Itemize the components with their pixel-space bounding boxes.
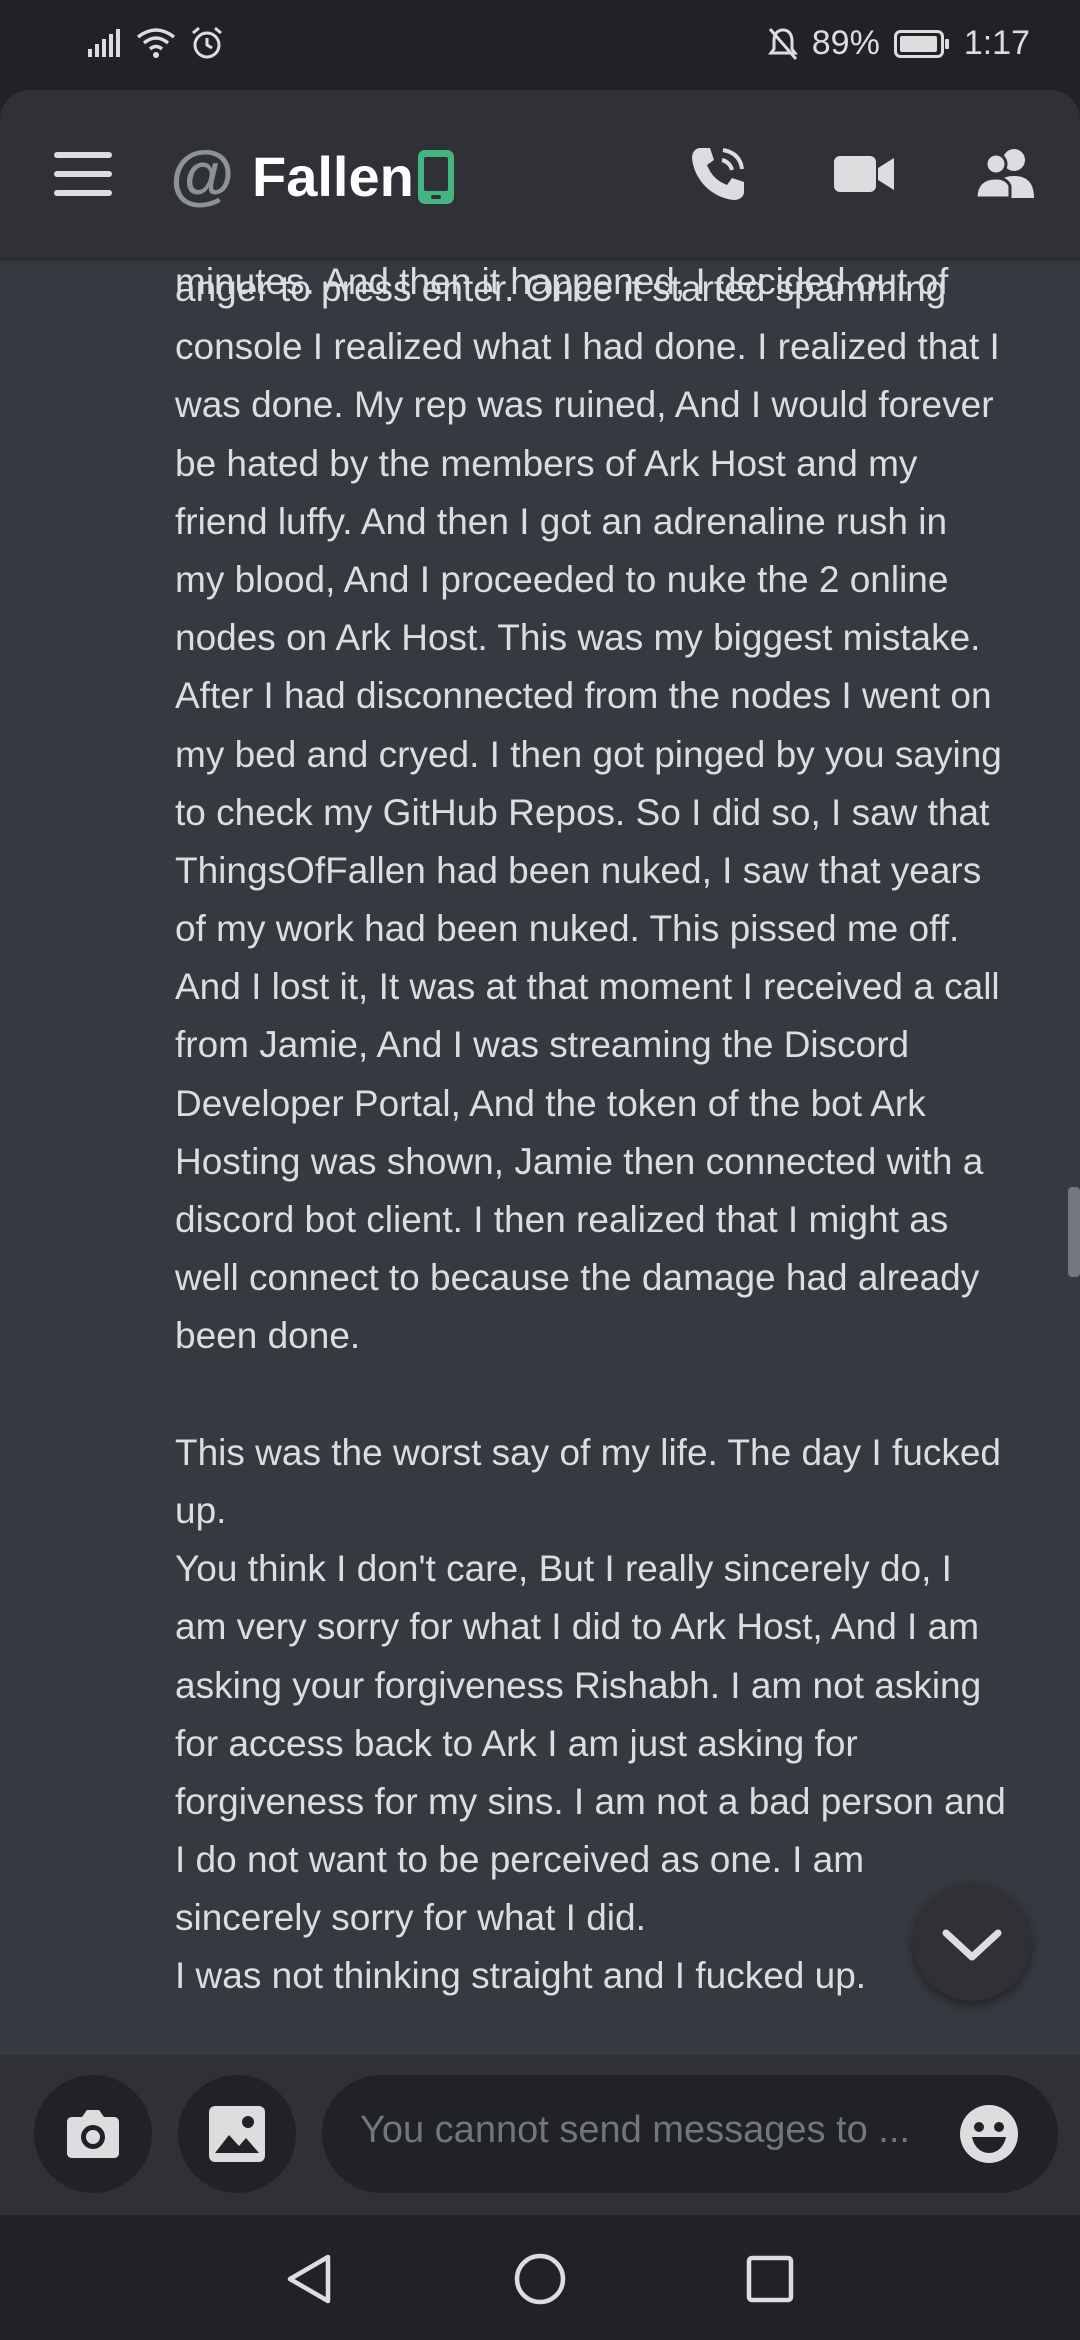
- member-list-icon[interactable]: [974, 142, 1038, 206]
- wifi-icon: [136, 28, 176, 58]
- status-bar: 89% 1:17: [0, 0, 1080, 90]
- message-line: am very sorry for what I did to Ark Host…: [175, 1606, 980, 1648]
- phone-call-icon[interactable]: [686, 142, 750, 206]
- message-line: was done. My rep was ruined, And I would…: [175, 384, 994, 426]
- message-line: from Jamie, And I was streaming the Disc…: [175, 1024, 910, 1066]
- message-line: asking your forgiveness Rishabh. I am no…: [175, 1664, 982, 1706]
- message-line: After I had disconnected from the nodes …: [175, 675, 992, 717]
- back-triangle-icon[interactable]: [284, 2253, 334, 2305]
- status-right: 89% 1:17: [767, 24, 1030, 63]
- message-line: discord bot client. I then realized that…: [175, 1199, 949, 1240]
- message-content: anger to press enter. Once it started sp…: [175, 260, 1055, 2006]
- message-line: my blood, And I proceeded to nuke the 2 …: [175, 558, 949, 600]
- message-line: for access back to Ark I am just asking …: [175, 1722, 858, 1764]
- battery-icon: [893, 29, 949, 58]
- dm-screen: minutes. And then it happened, I decided…: [0, 90, 1080, 2215]
- home-circle-icon[interactable]: [514, 2253, 566, 2305]
- message-line: anger to press enter. Once it started sp…: [175, 268, 947, 309]
- system-navigation-bar: [0, 2215, 1080, 2340]
- message-line: ThingsOfFallen had been nuked, I saw tha…: [175, 849, 982, 891]
- clock: 1:17: [963, 24, 1030, 62]
- message-line: friend luffy. And then I got an adrenali…: [175, 500, 948, 542]
- video-camera-icon[interactable]: [832, 142, 896, 206]
- scrollbar-thumb[interactable]: [1068, 1187, 1080, 1277]
- message-line: I do not want to be perceived as one. I …: [175, 1839, 865, 1881]
- status-left: [88, 26, 224, 60]
- message-line: Developer Portal, And the token of the b…: [175, 1082, 926, 1124]
- gallery-button[interactable]: [178, 2075, 296, 2193]
- message-line: Hosting was shown, Jamie then connected …: [175, 1140, 984, 1182]
- signal-icon: [88, 29, 120, 57]
- image-icon: [209, 2106, 265, 2162]
- message-line: be hated by the members of Ark Host and …: [175, 442, 918, 484]
- message-line: been done.: [175, 1315, 361, 1357]
- hamburger-menu-icon[interactable]: [54, 152, 112, 196]
- message-input[interactable]: You cannot send messages to ...: [322, 2075, 1058, 2193]
- at-sign-icon: @: [170, 137, 235, 211]
- message-line: to check my GitHub Repos. So I did so, I…: [175, 791, 990, 833]
- message-line: well connect to because the damage had a…: [175, 1257, 980, 1299]
- recents-square-icon[interactable]: [746, 2255, 794, 2303]
- channel-title: Fallen: [252, 145, 414, 208]
- message-line: of my work had been nuked. This pissed m…: [175, 908, 960, 950]
- message-line: You think I don't care, But I really sin…: [175, 1548, 952, 1590]
- message-input-placeholder: You cannot send messages to ...: [360, 2109, 910, 2151]
- mobile-phone-icon: [418, 150, 454, 204]
- alarm-icon: [192, 26, 222, 59]
- message-line: This was the worst say of my life. The d…: [175, 1431, 1001, 1473]
- message-line: my bed and cryed. I then got pinged by y…: [175, 733, 1002, 775]
- camera-button[interactable]: [34, 2075, 152, 2193]
- message-line: nodes on Ark Host. This was my biggest m…: [175, 617, 981, 659]
- message-line: forgiveness for my sins. I am not a bad …: [175, 1780, 1006, 1822]
- message-line: [175, 1366, 1055, 1424]
- message-line: console I realized what I had done. I re…: [175, 326, 1000, 368]
- jump-to-present-button[interactable]: [913, 1883, 1031, 2001]
- channel-header: @ Fallen: [0, 90, 1080, 258]
- camera-icon: [67, 2110, 119, 2158]
- message-line: And I lost it, It was at that moment I r…: [175, 966, 1000, 1008]
- emoji-icon[interactable]: [958, 2103, 1020, 2165]
- message-line: up.: [175, 1489, 227, 1531]
- chevron-down-icon: [942, 1929, 1002, 1961]
- battery-percent: 89%: [811, 24, 880, 62]
- message-list[interactable]: minutes. And then it happened, I decided…: [0, 90, 1080, 2060]
- mute-notifications-icon: [767, 27, 798, 60]
